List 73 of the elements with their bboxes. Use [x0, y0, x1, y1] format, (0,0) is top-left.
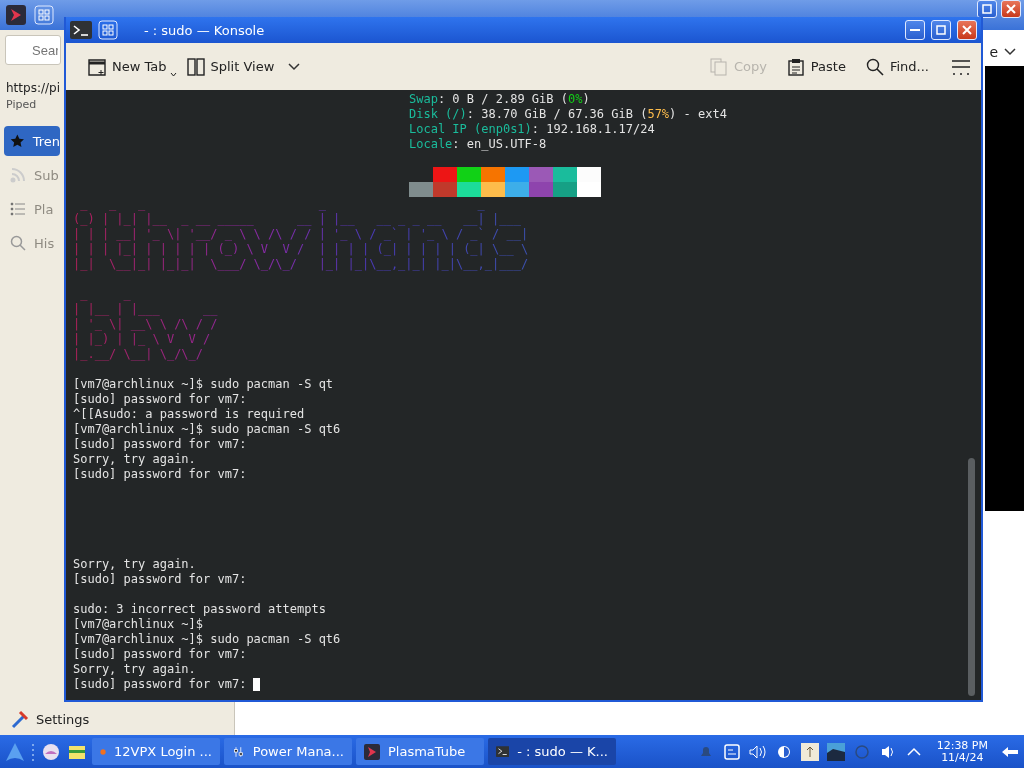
- chevron-down-icon: [288, 62, 301, 71]
- clock[interactable]: 12:38 PM 11/4/24: [936, 739, 988, 764]
- terminal-line: Sorry, try again.: [73, 662, 196, 676]
- grid-icon[interactable]: [34, 5, 54, 25]
- close-button[interactable]: [1001, 0, 1021, 18]
- scrollbar-thumb[interactable]: [968, 458, 975, 696]
- terminal-line: Sorry, try again.: [73, 557, 196, 571]
- tools-icon: [10, 709, 30, 729]
- maximize-button[interactable]: [931, 20, 951, 40]
- volume-icon: [747, 743, 768, 760]
- split-view-menu-button[interactable]: [288, 62, 301, 71]
- sidebar-item[interactable]: Tren: [4, 126, 60, 156]
- terminal-line: [sudo] password for vm7:: [73, 677, 247, 691]
- copy-icon: [709, 57, 728, 76]
- close-icon: [1006, 4, 1016, 14]
- app-icon[interactable]: [6, 5, 26, 25]
- minimize-icon: [910, 29, 920, 31]
- list-icon: [10, 201, 26, 217]
- app-icon: [364, 743, 380, 760]
- speaker-icon: [879, 743, 896, 760]
- new-tab-icon: [88, 57, 106, 76]
- star-icon: [10, 133, 25, 149]
- terminal-line: [vm7@archlinux ~]$ sudo pacman -S qt6: [73, 422, 341, 436]
- close-button[interactable]: [957, 20, 977, 40]
- chevron-down-icon: [1004, 48, 1016, 56]
- terminal-line: ^[[Asudo: a password is required: [73, 407, 305, 421]
- ascii-art: _ _ _ _ _ (_) | |_| |__ _ __ _____ __ | |__ __ _ _ __ __| |___ | | | __| '_ \| '__/ _ \ \ /\ / / | '_ \ / _` | '_ \ / _` / __| | | | |_| | | | | | (_) \ V V / | | | | (_| | | | | (_| \__ \ |_| \__|_| |_|_| \___/ \_/\_/ |_| |_|\__,_|_| |_|\__,_|___/: [73, 197, 965, 272]
- minimize-button[interactable]: [905, 20, 925, 40]
- maximize-icon: [982, 4, 992, 14]
- image-icon: [826, 742, 845, 761]
- taskbar-task[interactable]: Power Mana...: [224, 738, 352, 765]
- terminal-icon: [70, 21, 92, 39]
- search-icon: [865, 57, 884, 76]
- terminal-line: [sudo] password for vm7:: [73, 572, 247, 586]
- grid-icon[interactable]: [98, 20, 118, 40]
- clipboard-icon: [786, 57, 805, 76]
- split-view-icon: [186, 57, 205, 76]
- terminal-line: Sorry, try again.: [73, 452, 196, 466]
- maximize-button[interactable]: [977, 0, 997, 18]
- notes-icon: [723, 743, 740, 760]
- terminal-line: [sudo] password for vm7:: [73, 647, 247, 661]
- terminal-line: [vm7@archlinux ~]$: [73, 617, 204, 631]
- close-icon: [962, 25, 972, 35]
- taskbar-task[interactable]: PlasmaTube: [356, 738, 484, 765]
- feed-icon: [10, 167, 26, 183]
- terminal-line: [vm7@archlinux ~]$ sudo pacman -S qt6: [73, 632, 341, 646]
- taskbar-task[interactable]: - : sudo — K...: [488, 738, 616, 765]
- terminal-line: sudo: 3 incorrect password attempts: [73, 602, 326, 616]
- terminal-line: Locale: en_US.UTF-8: [409, 137, 548, 152]
- find-button[interactable]: Find...: [859, 53, 935, 80]
- caret-icon: [169, 71, 177, 77]
- split-view-button[interactable]: Split View: [180, 53, 281, 80]
- terminal-line: [sudo] password for vm7:: [73, 467, 247, 481]
- maximize-icon: [936, 25, 946, 35]
- terminal-line: Local IP (enp0s1): 192.168.1.17/24: [409, 122, 656, 137]
- paste-button[interactable]: Paste: [780, 53, 852, 80]
- search-icon: [10, 235, 26, 251]
- terminal-line: [vm7@archlinux ~]$ sudo pacman -S qt: [73, 377, 334, 391]
- brightness-icon: [775, 743, 792, 760]
- terminal-line: [sudo] password for vm7:: [73, 392, 247, 406]
- window-title: - : sudo — Konsole: [144, 22, 265, 38]
- taskbar-task[interactable]: 12VPX Login ...: [92, 738, 220, 765]
- settings-link[interactable]: Settings: [36, 711, 90, 727]
- instance-name: Piped: [5, 97, 38, 112]
- terminal-line: Disk (/): 38.70 GiB / 67.36 GiB (57%) - ext4: [409, 107, 728, 122]
- ascii-art: _ _ | |__ | |___ __ | '_ \| __\ \ /\ / / | |_) | |_ \ V V / |_.__/ \__| \_/\_/: [73, 287, 965, 362]
- new-tab-button[interactable]: New Tab: [82, 53, 173, 80]
- combo-box[interactable]: e: [981, 38, 1024, 66]
- terminal-line: [sudo] password for vm7:: [73, 437, 247, 451]
- instance-url: https://pi: [5, 80, 61, 97]
- terminal-line: Swap: 0 B / 2.89 GiB (0%): [409, 92, 591, 107]
- update-icon: [800, 742, 819, 761]
- terminal-icon: [496, 743, 510, 760]
